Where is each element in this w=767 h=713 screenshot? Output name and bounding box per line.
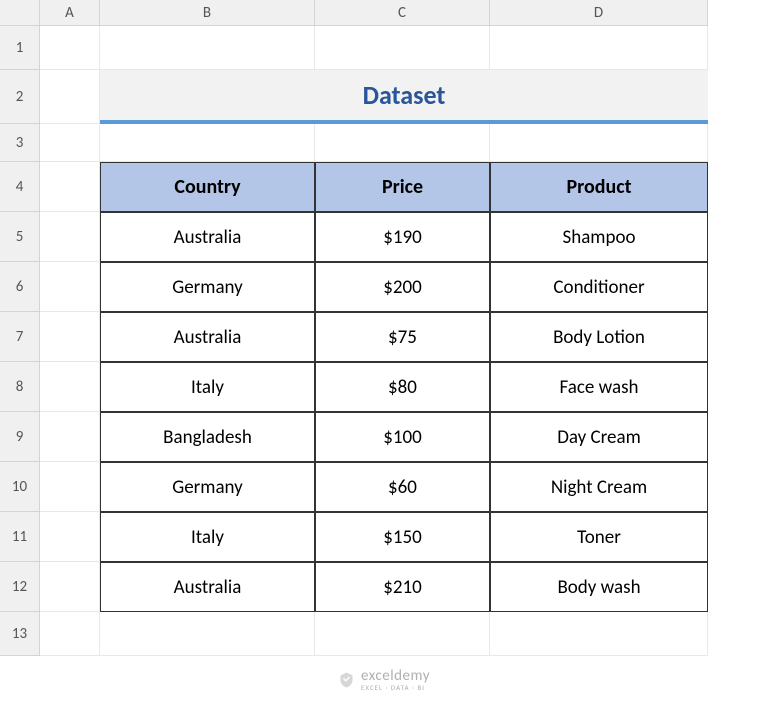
row-header-3[interactable]: 3 [0, 124, 40, 162]
row-header-4[interactable]: 4 [0, 162, 40, 212]
cell-a8[interactable] [40, 362, 100, 412]
table-cell[interactable]: $150 [315, 512, 490, 562]
cell-a5[interactable] [40, 212, 100, 262]
watermark-text: exceldemy EXCEL · DATA · BI [361, 669, 430, 691]
table-cell[interactable]: Day Cream [490, 412, 708, 462]
table-cell[interactable]: Shampoo [490, 212, 708, 262]
watermark-icon [337, 671, 355, 689]
cell-a1[interactable] [40, 26, 100, 70]
cell-a7[interactable] [40, 312, 100, 362]
watermark: exceldemy EXCEL · DATA · BI [337, 669, 430, 691]
cell-a10[interactable] [40, 462, 100, 512]
cell-a6[interactable] [40, 262, 100, 312]
table-cell[interactable]: Australia [100, 562, 315, 612]
table-cell[interactable]: Germany [100, 462, 315, 512]
cell-d13[interactable] [490, 612, 708, 656]
cell-d1[interactable] [490, 26, 708, 70]
cell-a4[interactable] [40, 162, 100, 212]
row-header-1[interactable]: 1 [0, 26, 40, 70]
watermark-sub: EXCEL · DATA · BI [361, 684, 430, 691]
cell-a11[interactable] [40, 512, 100, 562]
row-header-5[interactable]: 5 [0, 212, 40, 262]
table-cell[interactable]: $60 [315, 462, 490, 512]
cell-a2[interactable] [40, 70, 100, 124]
col-header-d[interactable]: D [490, 0, 708, 26]
watermark-main: exceldemy [361, 669, 430, 684]
cell-c1[interactable] [315, 26, 490, 70]
row-header-11[interactable]: 11 [0, 512, 40, 562]
table-cell[interactable]: Body Lotion [490, 312, 708, 362]
table-cell[interactable]: $210 [315, 562, 490, 612]
cell-d3[interactable] [490, 124, 708, 162]
row-header-7[interactable]: 7 [0, 312, 40, 362]
cell-a3[interactable] [40, 124, 100, 162]
row-header-13[interactable]: 13 [0, 612, 40, 656]
table-header-country[interactable]: Country [100, 162, 315, 212]
table-cell[interactable]: Conditioner [490, 262, 708, 312]
cell-b1[interactable] [100, 26, 315, 70]
row-header-10[interactable]: 10 [0, 462, 40, 512]
cell-a9[interactable] [40, 412, 100, 462]
row-header-6[interactable]: 6 [0, 262, 40, 312]
table-cell[interactable]: Italy [100, 362, 315, 412]
col-header-c[interactable]: C [315, 0, 490, 26]
table-cell[interactable]: Italy [100, 512, 315, 562]
table-header-product[interactable]: Product [490, 162, 708, 212]
col-header-b[interactable]: B [100, 0, 315, 26]
row-header-9[interactable]: 9 [0, 412, 40, 462]
cell-c13[interactable] [315, 612, 490, 656]
table-cell[interactable]: $75 [315, 312, 490, 362]
table-cell[interactable]: Germany [100, 262, 315, 312]
dataset-title[interactable]: Dataset [100, 70, 708, 124]
table-cell[interactable]: Australia [100, 212, 315, 262]
table-cell[interactable]: Bangladesh [100, 412, 315, 462]
table-cell[interactable]: Night Cream [490, 462, 708, 512]
row-header-2[interactable]: 2 [0, 70, 40, 124]
table-cell[interactable]: $190 [315, 212, 490, 262]
row-header-8[interactable]: 8 [0, 362, 40, 412]
cell-a12[interactable] [40, 562, 100, 612]
table-cell[interactable]: $100 [315, 412, 490, 462]
table-header-price[interactable]: Price [315, 162, 490, 212]
table-cell[interactable]: Australia [100, 312, 315, 362]
table-cell[interactable]: $80 [315, 362, 490, 412]
cell-a13[interactable] [40, 612, 100, 656]
cell-c3[interactable] [315, 124, 490, 162]
table-cell[interactable]: Face wash [490, 362, 708, 412]
col-header-a[interactable]: A [40, 0, 100, 26]
row-header-12[interactable]: 12 [0, 562, 40, 612]
select-all-corner[interactable] [0, 0, 40, 26]
table-cell[interactable]: $200 [315, 262, 490, 312]
spreadsheet-grid: A B C D 1 2 Dataset 3 4 Country Price Pr… [0, 0, 767, 656]
cell-b13[interactable] [100, 612, 315, 656]
table-cell[interactable]: Body wash [490, 562, 708, 612]
table-cell[interactable]: Toner [490, 512, 708, 562]
cell-b3[interactable] [100, 124, 315, 162]
